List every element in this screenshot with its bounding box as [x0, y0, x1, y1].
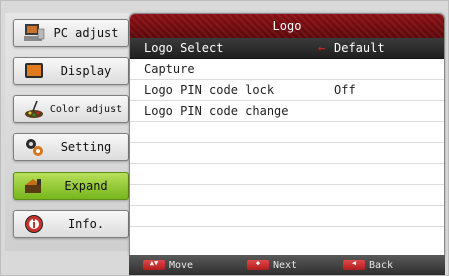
menu-row-logo-pin-lock[interactable]: Logo PIN code lock Off: [130, 80, 444, 101]
pc-adjust-icon: [22, 23, 46, 43]
back-hint: ◀ Back: [343, 259, 394, 271]
sidebar-item-label: Color adjust: [49, 103, 123, 115]
info-icon: [22, 214, 46, 234]
arrow-keys-icon: ▲▼: [143, 259, 165, 270]
sidebar-item-expand[interactable]: Expand: [13, 172, 129, 200]
display-icon: [22, 61, 46, 81]
row-label: Logo Select: [144, 41, 224, 55]
sidebar-item-label: Display: [60, 64, 112, 78]
menu-row-logo-select[interactable]: Logo Select ← Default: [130, 38, 444, 59]
logo-panel: Logo Logo Select ← Default Capture Logo …: [129, 13, 445, 256]
sidebar-item-info[interactable]: Info.: [13, 210, 129, 238]
menu-row-capture[interactable]: Capture: [130, 59, 444, 80]
move-label: Move: [169, 259, 194, 271]
select-key-icon: ◆: [247, 259, 269, 270]
next-hint: ◆ Next: [247, 259, 298, 271]
projector-menu: PC adjust Display Color adjust Setting E…: [0, 0, 449, 276]
move-hint: ▲▼ Move: [143, 259, 194, 271]
sidebar-item-color-adjust[interactable]: Color adjust: [13, 95, 129, 123]
row-value: Default: [334, 41, 385, 55]
color-adjust-icon: [22, 99, 46, 119]
sidebar-item-label: PC adjust: [53, 26, 119, 40]
menu-key-icon: ◀: [343, 259, 365, 270]
row-label: Logo PIN code lock: [144, 83, 275, 97]
expand-icon: [22, 176, 46, 196]
row-label: Logo PIN code change: [144, 104, 289, 118]
sidebar-item-setting[interactable]: Setting: [13, 133, 129, 161]
left-arrow-icon: ←: [318, 41, 326, 55]
panel-title: Logo: [130, 14, 444, 38]
sidebar-item-pc-adjust[interactable]: PC adjust: [13, 19, 129, 47]
row-value: Off: [334, 83, 356, 97]
next-label: Next: [273, 259, 298, 271]
sidebar-item-label: Info.: [67, 217, 105, 231]
empty-row: [130, 122, 444, 143]
back-label: Back: [369, 259, 394, 271]
empty-row: [130, 164, 444, 185]
sidebar-item-display[interactable]: Display: [13, 57, 129, 85]
key-hint-bar: ▲▼ Move ◆ Next ◀ Back: [129, 255, 445, 275]
empty-row: [130, 143, 444, 164]
sidebar: PC adjust Display Color adjust Setting E…: [5, 13, 131, 251]
empty-row: [130, 206, 444, 227]
row-label: Capture: [144, 62, 195, 76]
menu-row-logo-pin-change[interactable]: Logo PIN code change: [130, 101, 444, 122]
sidebar-item-label: Setting: [60, 140, 112, 154]
empty-row: [130, 227, 444, 248]
empty-row: [130, 185, 444, 206]
setting-icon: [22, 137, 46, 157]
sidebar-item-label: Expand: [64, 179, 108, 193]
